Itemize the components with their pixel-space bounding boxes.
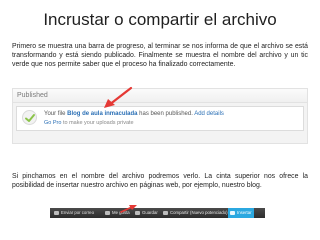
second-paragraph: Si pinchamos en el nombre del archivo po… <box>12 173 308 190</box>
go-pro-text: to make your uploads private <box>61 120 134 126</box>
embed-icon <box>230 210 235 215</box>
ribbon-embed[interactable]: Insertar <box>228 208 254 218</box>
notice-prefix: Your file <box>44 111 68 117</box>
ribbon-mail[interactable]: Enviar por correo <box>54 209 94 217</box>
notice-middle: has been published. <box>137 111 195 117</box>
published-screenshot: Published Your file Blog de aula inmacul… <box>12 88 308 144</box>
intro-paragraph: Primero se muestra una barra de progreso… <box>12 43 308 69</box>
page-title: Incrustar o compartir el archivo <box>43 10 277 29</box>
like-icon <box>105 210 110 215</box>
ribbon-save[interactable]: Guardar <box>135 209 158 217</box>
published-label: Published <box>17 92 48 99</box>
go-pro-link[interactable]: Go Pro <box>44 120 61 126</box>
red-arrow-icon <box>104 86 133 108</box>
publish-notice: Your file Blog de aula inmaculada has be… <box>16 106 304 131</box>
add-details-link[interactable]: Add details <box>194 111 224 117</box>
check-icon <box>22 110 37 125</box>
file-name-link[interactable]: Blog de aula inmaculada <box>67 111 137 117</box>
red-arrow-icon <box>120 205 137 213</box>
share-icon <box>163 210 168 215</box>
published-header: Published <box>13 89 307 103</box>
share-ribbon: Enviar por correo Me gusta Guardar Compa… <box>50 208 265 218</box>
notice-line-1: Your file Blog de aula inmaculada has be… <box>44 111 224 117</box>
notice-line-2: Go Pro to make your uploads private <box>44 120 134 126</box>
mail-icon <box>54 210 59 215</box>
ribbon-share[interactable]: Compartir (Nuevo potenciado) <box>163 209 228 217</box>
